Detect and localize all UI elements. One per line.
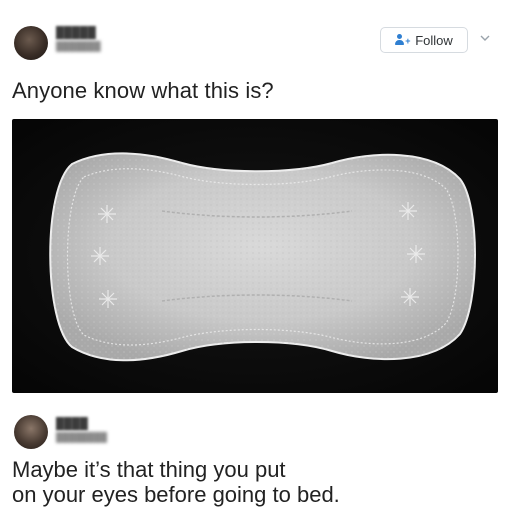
avatar[interactable] <box>14 415 48 449</box>
tweet-image[interactable] <box>12 119 498 393</box>
tweet-text: Anyone know what this is? <box>12 78 274 103</box>
reply-line: on your eyes before going to bed. <box>12 482 340 507</box>
add-user-icon: + <box>395 34 410 46</box>
follow-button[interactable]: + Follow <box>380 27 468 53</box>
reply-text: Maybe it’s that thing you put on your ey… <box>12 457 340 507</box>
avatar[interactable] <box>14 26 48 60</box>
user-handle-block[interactable]: █████ ███████ <box>56 27 101 52</box>
reply-line: Maybe it’s that thing you put <box>12 457 286 482</box>
chevron-down-icon[interactable] <box>480 33 490 43</box>
username-blurred: ████████ <box>56 432 108 442</box>
follow-button-label: Follow <box>415 32 453 48</box>
pantyliner-photo <box>49 152 476 362</box>
username-blurred: ███████ <box>56 41 101 51</box>
user-handle-block[interactable]: ████ ████████ <box>56 418 107 443</box>
display-name-blurred: █████ <box>56 27 96 39</box>
display-name-blurred: ████ <box>56 418 88 430</box>
